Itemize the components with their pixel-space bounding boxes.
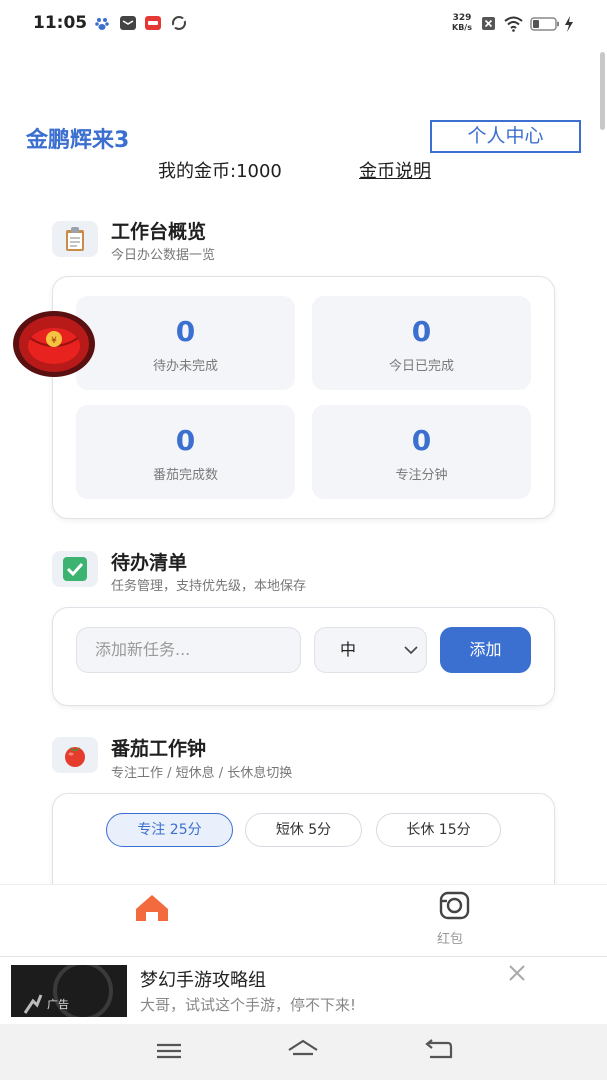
net-speed: 329 KB/s <box>452 13 472 33</box>
pomodoro-title: 番茄工作钟 <box>111 738 207 760</box>
profile-center-button[interactable]: 个人中心 <box>430 120 581 153</box>
paw-icon <box>95 18 109 30</box>
back-icon[interactable] <box>424 1039 454 1061</box>
nav-home[interactable] <box>134 893 170 927</box>
ad-description[interactable]: 大哥，试试这个手游，停不下来! <box>140 994 356 1015</box>
menu-icon[interactable] <box>156 1042 182 1060</box>
ad-title[interactable]: 梦幻手游攻略组 <box>140 966 266 992</box>
priority-select[interactable]: 中 <box>314 627 427 673</box>
svg-text:¥: ¥ <box>51 336 57 346</box>
tomato-icon <box>52 737 98 773</box>
stat-focus-minutes: 0 专注分钟 <box>312 405 531 499</box>
checkmark-icon <box>52 551 98 587</box>
overview-card: 0 待办未完成 0 今日已完成 0 番茄完成数 0 专注分钟 <box>52 276 555 519</box>
add-task-button[interactable]: 添加 <box>440 627 531 673</box>
status-time: 11:05 <box>33 13 88 33</box>
app-title: 金鹏辉来3 <box>26 128 130 153</box>
camera-icon <box>439 891 470 920</box>
stat-done-today: 0 今日已完成 <box>312 296 531 390</box>
ad-label: 广告 <box>47 998 69 1011</box>
stat-pomodoro-count: 0 番茄完成数 <box>76 405 295 499</box>
battery-icon <box>530 17 559 31</box>
no-sim-icon <box>482 17 495 30</box>
close-icon[interactable] <box>508 964 526 982</box>
todo-title: 待办清单 <box>111 552 188 574</box>
nav-red-packet-label[interactable]: 红包 <box>437 928 463 947</box>
red-envelope-float-button[interactable]: ¥ <box>12 310 96 378</box>
chevron-down-icon <box>404 646 418 655</box>
clipboard-icon <box>52 221 98 257</box>
message-icon <box>120 16 136 30</box>
home-icon <box>136 895 168 921</box>
app-badge-icon <box>145 16 161 30</box>
mode-focus-chip[interactable]: 专注 25分 <box>106 813 233 847</box>
pomodoro-subtitle: 专注工作 / 短休息 / 长休息切换 <box>111 766 293 781</box>
sync-icon <box>172 16 186 30</box>
charging-icon <box>565 16 573 32</box>
wifi-icon <box>504 16 523 32</box>
stat-pending: 0 待办未完成 <box>76 296 295 390</box>
task-input[interactable]: 添加新任务... <box>76 627 301 673</box>
nav-red-packet[interactable] <box>438 890 472 922</box>
ad-thumbnail[interactable] <box>11 965 127 1017</box>
bottom-nav <box>0 884 607 956</box>
status-bar: 11:05 329 KB/s <box>0 0 607 48</box>
overview-title: 工作台概览 <box>111 221 207 243</box>
mode-long-break-chip[interactable]: 长休 15分 <box>376 813 501 847</box>
todo-subtitle: 任务管理，支持优先级，本地保存 <box>111 579 307 594</box>
coins-info-link[interactable]: 金币说明 <box>359 157 431 183</box>
overview-subtitle: 今日办公数据一览 <box>111 248 216 263</box>
scrollbar[interactable] <box>600 52 605 130</box>
coins-balance: 我的金币:1000 <box>158 161 282 182</box>
system-home-icon[interactable] <box>286 1038 320 1062</box>
mode-short-break-chip[interactable]: 短休 5分 <box>245 813 362 847</box>
